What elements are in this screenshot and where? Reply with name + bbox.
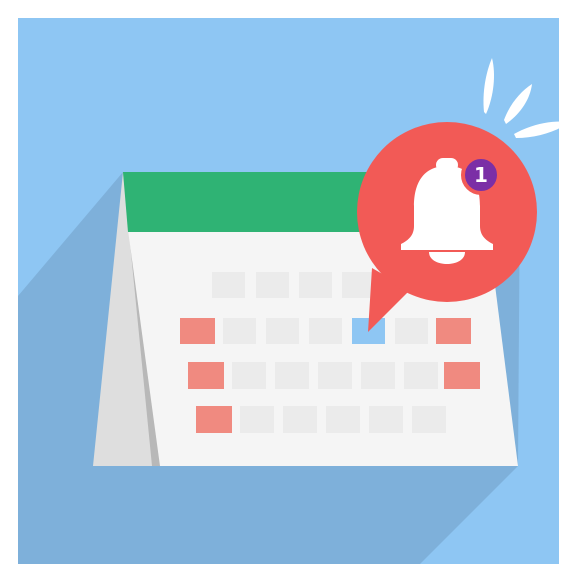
calendar-illustration: 1 xyxy=(0,0,577,580)
day-cell xyxy=(318,362,352,389)
day-cell xyxy=(266,318,299,344)
weekend-cell xyxy=(436,318,471,344)
day-cell xyxy=(342,272,375,298)
weekend-cell xyxy=(188,362,224,389)
day-cell xyxy=(369,406,403,433)
day-cell xyxy=(326,406,360,433)
day-cell xyxy=(275,362,309,389)
day-cell xyxy=(212,272,245,298)
illustration-svg: 1 xyxy=(18,18,570,564)
day-cell xyxy=(361,362,395,389)
day-cell xyxy=(232,362,266,389)
day-cell xyxy=(395,318,428,344)
day-cell xyxy=(404,362,438,389)
weekend-cell xyxy=(180,318,215,344)
day-cell xyxy=(256,272,289,298)
day-cell xyxy=(309,318,342,344)
day-cell xyxy=(240,406,274,433)
weekend-cell xyxy=(196,406,232,433)
day-cell xyxy=(299,272,332,298)
notification-count: 1 xyxy=(474,163,488,187)
calendar-row-2 xyxy=(180,318,471,344)
weekend-cell xyxy=(444,362,480,389)
day-cell xyxy=(223,318,256,344)
day-cell xyxy=(412,406,446,433)
day-cell xyxy=(283,406,317,433)
notification-badge: 1 xyxy=(461,155,501,195)
